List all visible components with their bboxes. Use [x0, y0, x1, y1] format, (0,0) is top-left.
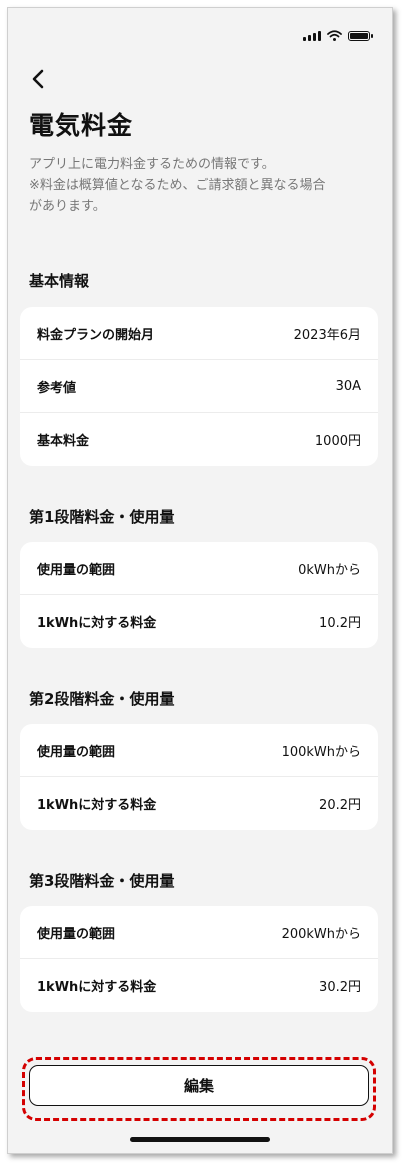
info-row-reference: 参考値 30A — [20, 360, 378, 413]
row-value: 30A — [335, 378, 361, 394]
home-indicator[interactable] — [130, 1137, 270, 1142]
row-label: 1kWhに対する料金 — [37, 798, 157, 813]
section-title-tier3: 第3段階料金・使用量 — [29, 872, 175, 890]
info-row-base-fee: 基本料金 1000円 — [20, 413, 378, 466]
row-label: 基本料金 — [37, 434, 90, 449]
row-value: 30.2円 — [319, 980, 361, 995]
basic-info-card: 料金プランの開始月 2023年6月 参考値 30A 基本料金 1000円 — [20, 307, 378, 466]
tier1-row-price: 1kWhに対する料金 10.2円 — [20, 595, 378, 648]
section-title-tier1: 第1段階料金・使用量 — [29, 508, 175, 526]
section-title-basic-info: 基本情報 — [29, 272, 90, 290]
wifi-icon — [327, 30, 342, 41]
tier3-row-range: 使用量の範囲 200kWhから — [20, 906, 378, 959]
description-line: アプリ上に電力料金するための情報です。 — [29, 157, 275, 172]
row-label: 使用量の範囲 — [37, 926, 116, 942]
tier2-row-range: 使用量の範囲 100kWhから — [20, 724, 378, 777]
row-label: 使用量の範囲 — [37, 562, 116, 578]
row-label: 参考値 — [37, 380, 77, 396]
page-description: アプリ上に電力料金するための情報です。 ※料金は概算値となるため、ご請求額と異な… — [29, 154, 379, 217]
tier2-row-price: 1kWhに対する料金 20.2円 — [20, 777, 378, 830]
back-button[interactable] — [24, 64, 54, 94]
cellular-signal-icon — [303, 30, 321, 41]
tier1-card: 使用量の範囲 0kWhから 1kWhに対する料金 10.2円 — [20, 542, 378, 648]
row-label: 1kWhに対する料金 — [37, 616, 157, 631]
row-value: 2023年6月 — [293, 327, 361, 343]
row-value: 1000円 — [314, 434, 361, 449]
tier1-row-range: 使用量の範囲 0kWhから — [20, 542, 378, 595]
row-value: 0kWhから — [298, 562, 361, 578]
phone-screen: 電気料金 アプリ上に電力料金するための情報です。 ※料金は概算値となるため、ご請… — [7, 7, 393, 1154]
row-label: 1kWhに対する料金 — [37, 980, 157, 995]
row-value: 200kWhから — [281, 926, 361, 942]
description-line: があります。 — [29, 199, 106, 214]
chevron-left-icon — [32, 69, 44, 89]
tier3-row-price: 1kWhに対する料金 30.2円 — [20, 959, 378, 1012]
tier3-card: 使用量の範囲 200kWhから 1kWhに対する料金 30.2円 — [20, 906, 378, 1012]
edit-button[interactable]: 編集 — [29, 1065, 369, 1106]
row-value: 100kWhから — [281, 744, 361, 760]
row-label: 使用量の範囲 — [37, 744, 116, 760]
info-row-plan-start: 料金プランの開始月 2023年6月 — [20, 307, 378, 360]
row-value: 20.2円 — [319, 798, 361, 813]
tier2-card: 使用量の範囲 100kWhから 1kWhに対する料金 20.2円 — [20, 724, 378, 830]
status-bar — [303, 30, 373, 41]
description-line: ※料金は概算値となるため、ご請求額と異なる場合 — [29, 178, 326, 193]
row-label: 料金プランの開始月 — [37, 327, 155, 343]
section-title-tier2: 第2段階料金・使用量 — [29, 690, 175, 708]
row-value: 10.2円 — [319, 616, 361, 631]
page-title: 電気料金 — [29, 111, 134, 140]
battery-icon — [348, 30, 373, 41]
